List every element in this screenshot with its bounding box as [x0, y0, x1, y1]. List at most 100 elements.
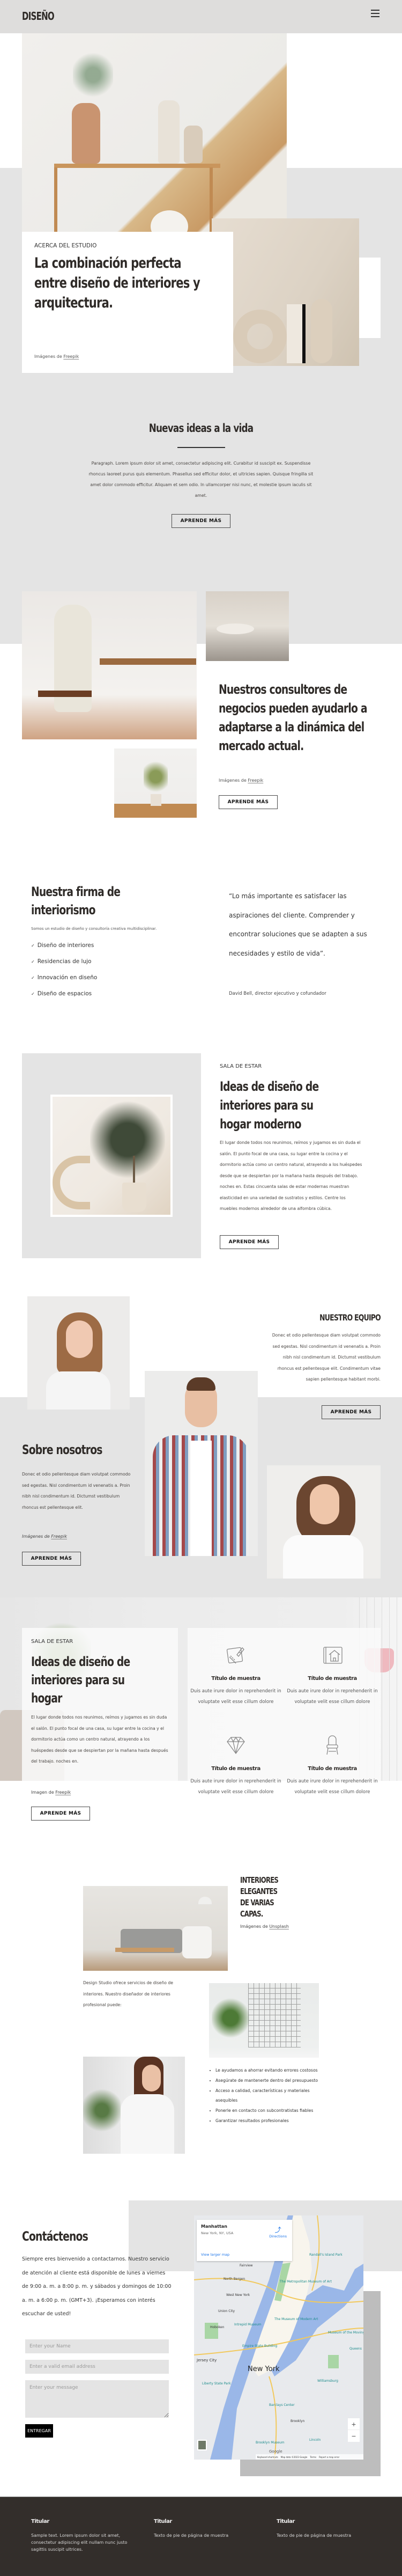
small-vase — [184, 126, 203, 163]
tshirt — [190, 1441, 212, 1556]
map-label: Empire State Building — [242, 2344, 277, 2348]
feature-card: Título de muestra Duis aute irure dolor … — [190, 1735, 281, 1797]
map-label: Lincoln — [309, 2438, 321, 2442]
footer-column-title: Titular — [31, 2519, 49, 2524]
floor-lamp — [198, 1897, 212, 1904]
map-label: Intrepid Museum — [234, 2323, 262, 2327]
hamburger-menu-icon[interactable] — [371, 10, 379, 17]
modern-home-paragraph: El lugar donde todos nos reunimos, reímo… — [220, 1140, 362, 1211]
consultants-credit: Imágenes de Freepik — [219, 778, 263, 783]
team-member-man-plaid-photo — [145, 1371, 258, 1556]
map-label: Brooklyn Museum — [256, 2441, 285, 2445]
submit-button[interactable]: ENTREGAR — [25, 2424, 53, 2438]
living-credit-link[interactable]: Freepik — [55, 1790, 71, 1795]
ideas-paragraph: Paragraph. Lorem ipsum dolor sit amet, c… — [88, 461, 314, 498]
feature-card: Título de muestra Duis aute irure dolor … — [190, 1645, 281, 1707]
consultants-credit-link[interactable]: Freepik — [248, 778, 263, 783]
email-input[interactable] — [25, 2360, 169, 2374]
map-larger-link[interactable]: View larger map — [201, 2252, 229, 2257]
layered-credit: Imágenes de Unsplash — [240, 1924, 289, 1929]
feature-text: Duis aute irure dolor in reprehenderit i… — [190, 1779, 281, 1795]
about-learn-more-button[interactable]: APRENDE MÁS — [22, 1552, 81, 1566]
map-directions[interactable]: ⤴ Directions — [269, 2225, 287, 2239]
feature-card: Título de muestra Duis aute irure dolor … — [287, 1645, 378, 1707]
hero-credit-link[interactable]: Freepik — [63, 354, 79, 359]
footer-column: Titular Texto de pie de página de muestr… — [277, 2519, 373, 2539]
coffee-table — [115, 1948, 174, 1952]
map-zoom-out-button[interactable]: − — [348, 2430, 360, 2442]
planter — [122, 1183, 146, 1212]
footer-column: Titular Texto de pie de página de muestr… — [154, 2519, 250, 2539]
living-credit-label: Imagen de — [31, 1790, 54, 1795]
living-learn-more-button[interactable]: APRENDE MÁS — [31, 1807, 90, 1821]
terms-link[interactable]: Terms — [310, 2456, 316, 2458]
hero-eyebrow: ACERCA DEL ESTUDIO — [34, 243, 97, 249]
map-label: Jersey City — [196, 2358, 217, 2362]
console-table — [54, 164, 220, 168]
rubber-plant — [144, 757, 168, 797]
bookend — [287, 304, 306, 363]
layered-credit-link[interactable]: Unsplash — [269, 1924, 289, 1929]
service-item: ✓ Diseño de espacios — [31, 990, 97, 1007]
white-top — [121, 2094, 174, 2154]
service-label: Innovación en diseño — [37, 974, 98, 981]
footer-column-title: Titular — [154, 2519, 172, 2524]
feature-card: Título de muestra Duis aute irure dolor … — [287, 1735, 378, 1797]
site-logo[interactable]: DISEÑO — [22, 10, 55, 23]
map-attribution-bar: Keyboard shortcuts Map data ©2023 Google… — [256, 2454, 363, 2460]
checkmark-icon: ✓ — [31, 992, 35, 996]
checkmark-icon: ✓ — [31, 959, 35, 964]
report-error-link[interactable]: Report a map error — [319, 2456, 339, 2458]
directions-label: Directions — [269, 2234, 287, 2239]
service-item: ✓ Innovación en diseño — [31, 974, 97, 990]
footer-column-text: Texto de pie de página de muestra — [154, 2533, 229, 2538]
hero-credit: Imágenes de Freepik — [34, 354, 79, 359]
face — [310, 1484, 339, 1524]
team-learn-more-button[interactable]: APRENDE MÁS — [322, 1405, 381, 1419]
message-textarea[interactable] — [25, 2380, 169, 2418]
feature-title: Título de muestra — [211, 1676, 260, 1682]
keyboard-shortcuts-link[interactable]: Keyboard shortcuts — [257, 2456, 278, 2458]
map-zoom-in-button[interactable]: + — [348, 2418, 360, 2430]
modern-home-learn-more-button[interactable]: APRENDE MÁS — [220, 1235, 279, 1249]
eucalyptus-branch — [73, 44, 113, 106]
benefit-item: Ponerle en contacto con subcontratistas … — [215, 2106, 319, 2116]
woman-reading-image — [83, 2057, 185, 2154]
hair — [187, 1377, 215, 1391]
feature-title: Título de muestra — [308, 1766, 357, 1772]
benefit-item: Asegúrate de mantenerte dentro del presu… — [215, 2076, 319, 2086]
contact-paragraph: Siempre eres bienvenido a contactarnos. … — [22, 2256, 172, 2317]
diamond-icon — [227, 1736, 245, 1755]
ideas-learn-more-button[interactable]: APRENDE MÁS — [172, 514, 230, 528]
modern-home-eyebrow: SALA DE ESTAR — [220, 1063, 262, 1069]
ficus-scene — [53, 1097, 170, 1215]
feature-title: Título de muestra — [308, 1676, 357, 1682]
terracotta-vase — [72, 103, 100, 164]
hero-text-card: ACERCA DEL ESTUDIO La combinación perfec… — [22, 232, 233, 373]
footer-column: Titular Sample text. Lorem ipsum dolor s… — [31, 2519, 128, 2553]
feature-text: Duis aute irure dolor in reprehenderit i… — [287, 1779, 378, 1795]
face — [66, 1320, 93, 1358]
map-label: Union City — [218, 2309, 235, 2313]
map-label: North Bergen — [224, 2277, 245, 2281]
google-map-embed[interactable]: New York Jersey City Hoboken North Berge… — [194, 2215, 363, 2460]
white-armchair — [182, 1926, 212, 1958]
service-item: ✓ Diseño de interiores — [31, 942, 97, 958]
map-label: Liberty State Park — [202, 2382, 231, 2386]
about-credit-link[interactable]: Freepik — [51, 1534, 67, 1539]
name-input[interactable] — [25, 2339, 169, 2353]
map-label: The Metropolitan Museum of Art — [279, 2280, 332, 2284]
consultants-learn-more-button[interactable]: APRENDE MÁS — [219, 795, 278, 809]
shirt — [46, 1371, 110, 1410]
about-credit-label: Imágenes de — [22, 1534, 50, 1539]
firm-quote-author: David Bell, director ejecutivo y cofunda… — [229, 991, 326, 996]
shirt — [283, 1535, 363, 1579]
desk — [100, 658, 196, 665]
service-label: Diseño de interiores — [37, 942, 94, 949]
layered-credit-label: Imágenes de — [240, 1924, 268, 1929]
site-footer: Titular Sample text. Lorem ipsum dolor s… — [0, 2497, 402, 2576]
hero-credit-label: Imágenes de — [34, 354, 62, 359]
design-tools-icon — [226, 1647, 244, 1664]
map-label: New York — [248, 2365, 280, 2373]
satellite-toggle-button[interactable] — [197, 2440, 207, 2450]
